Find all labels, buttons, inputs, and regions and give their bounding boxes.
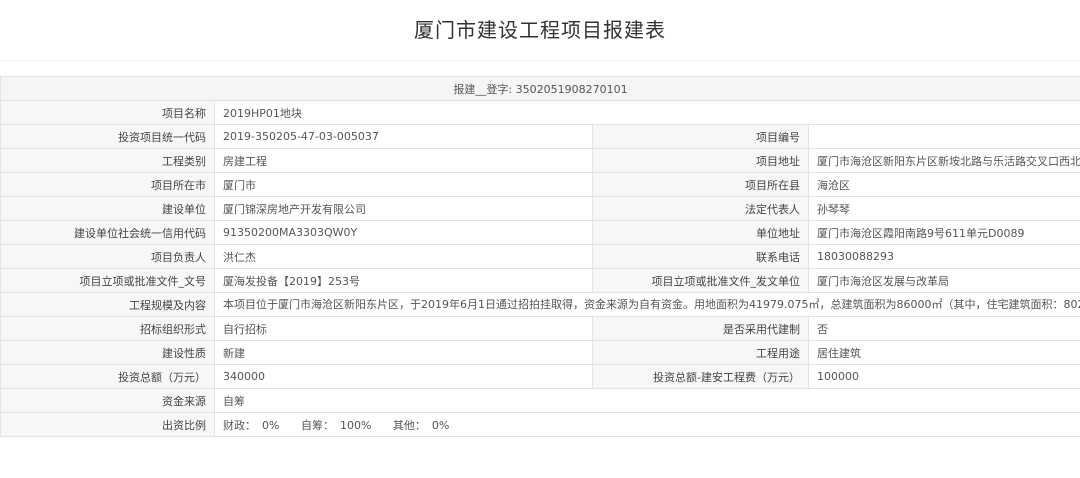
project-type-label: 工程类别: [0, 148, 215, 173]
builder-label: 建设单位: [0, 196, 215, 221]
total-investment-value: 340000: [214, 364, 593, 389]
usage-value: 居住建筑: [808, 340, 1080, 365]
usage-label: 工程用途: [592, 340, 809, 365]
fiscal-value: 0%: [262, 418, 280, 432]
credit-code-label: 建设单位社会统一信用代码: [0, 220, 215, 245]
table-row: 项目负责人 洪仁杰 联系电话 18030088293: [0, 244, 1080, 269]
project-lead-value: 洪仁杰: [214, 244, 593, 269]
other-value: 0%: [431, 418, 450, 432]
page-title: 厦门市建设工程项目报建表: [414, 18, 666, 42]
city-value: 厦门市: [214, 172, 593, 197]
phone-label: 联系电话: [592, 244, 809, 269]
table-row: 工程类别 房建工程 项目地址 厦门市海沧区新阳东片区新垵北路与乐活路交叉口西北侧: [0, 148, 1080, 173]
project-address-label: 项目地址: [592, 148, 809, 173]
scale-value: 本项目位于厦门市海沧区新阳东片区，于2019年6月1日通过招拍挂取得，资金来源为…: [214, 292, 1080, 317]
project-number-label: 项目编号: [592, 124, 809, 149]
credit-code-value: 91350200MA3303QW0Y: [214, 220, 593, 245]
title-divider: [0, 60, 1080, 61]
table-row: 项目名称 2019HP01地块: [0, 100, 1080, 125]
fiscal-key: 财政：: [223, 418, 256, 432]
other-key: 其他：: [392, 418, 426, 432]
tender-form-value: 自行招标: [214, 316, 593, 341]
funding-ratio-value: 财政： 0% 自筹： 100% 其他： 0%: [214, 412, 1080, 437]
county-label: 项目所在县: [592, 172, 809, 197]
legal-rep-value: 孙琴琴: [808, 196, 1080, 221]
project-registration-table: 报建__登字: 3502051908270101 项目名称 2019HP01地块…: [0, 76, 1080, 437]
agent-build-label: 是否采用代建制: [592, 316, 809, 341]
issuing-unit-value: 厦门市海沧区发展与改革局: [808, 268, 1080, 293]
project-address-value: 厦门市海沧区新阳东片区新垵北路与乐活路交叉口西北侧: [808, 148, 1080, 173]
table-row: 投资总额（万元） 340000 投资总额-建安工程费（万元） 100000: [0, 364, 1080, 389]
tender-form-label: 招标组织形式: [0, 316, 215, 341]
project-type-value: 房建工程: [214, 148, 593, 173]
table-row: 建设单位社会统一信用代码 91350200MA3303QW0Y 单位地址 厦门市…: [0, 220, 1080, 245]
investment-code-label: 投资项目统一代码: [0, 124, 215, 149]
legal-rep-label: 法定代表人: [592, 196, 809, 221]
approval-doc-label: 项目立项或批准文件_文号: [0, 268, 215, 293]
fund-source-value: 自筹: [214, 388, 1080, 413]
self-fund-key: 自筹：: [300, 418, 334, 432]
table-row: 项目立项或批准文件_文号 厦海发投备【2019】253号 项目立项或批准文件_发…: [0, 268, 1080, 293]
total-investment-label: 投资总额（万元）: [0, 364, 215, 389]
table-row: 出资比例 财政： 0% 自筹： 100% 其他： 0%: [0, 412, 1080, 437]
city-label: 项目所在市: [0, 172, 215, 197]
funding-ratio-label: 出资比例: [0, 412, 215, 437]
table-row: 建设性质 新建 工程用途 居住建筑: [0, 340, 1080, 365]
nature-value: 新建: [214, 340, 593, 365]
scale-label: 工程规模及内容: [0, 292, 215, 317]
table-row: 项目所在市 厦门市 项目所在县 海沧区: [0, 172, 1080, 197]
table-row: 资金来源 自筹: [0, 388, 1080, 413]
construction-cost-value: 100000: [808, 364, 1080, 389]
table-row: 招标组织形式 自行招标 是否采用代建制 否: [0, 316, 1080, 341]
agent-build-value: 否: [808, 316, 1080, 341]
phone-value: 18030088293: [808, 244, 1080, 269]
issuing-unit-label: 项目立项或批准文件_发文单位: [592, 268, 809, 293]
table-row: 建设单位 厦门锦深房地产开发有限公司 法定代表人 孙琴琴: [0, 196, 1080, 221]
construction-cost-label: 投资总额-建安工程费（万元）: [592, 364, 809, 389]
nature-label: 建设性质: [0, 340, 215, 365]
builder-value: 厦门锦深房地产开发有限公司: [214, 196, 593, 221]
project-number-value: [808, 124, 1080, 149]
investment-code-value: 2019-350205-47-03-005037: [214, 124, 593, 149]
table-header-row: 报建__登字: 3502051908270101: [0, 76, 1080, 101]
fund-source-label: 资金来源: [0, 388, 215, 413]
unit-address-value: 厦门市海沧区霞阳南路9号611单元D0089: [808, 220, 1080, 245]
registration-number: 报建__登字: 3502051908270101: [0, 76, 1080, 101]
project-lead-label: 项目负责人: [0, 244, 215, 269]
approval-doc-value: 厦海发投备【2019】253号: [214, 268, 593, 293]
unit-address-label: 单位地址: [592, 220, 809, 245]
table-row: 投资项目统一代码 2019-350205-47-03-005037 项目编号: [0, 124, 1080, 149]
project-name-value: 2019HP01地块: [214, 100, 1080, 125]
table-row: 工程规模及内容 本项目位于厦门市海沧区新阳东片区，于2019年6月1日通过招拍挂…: [0, 292, 1080, 317]
county-value: 海沧区: [808, 172, 1080, 197]
project-name-label: 项目名称: [0, 100, 215, 125]
self-fund-value: 100%: [339, 418, 372, 432]
